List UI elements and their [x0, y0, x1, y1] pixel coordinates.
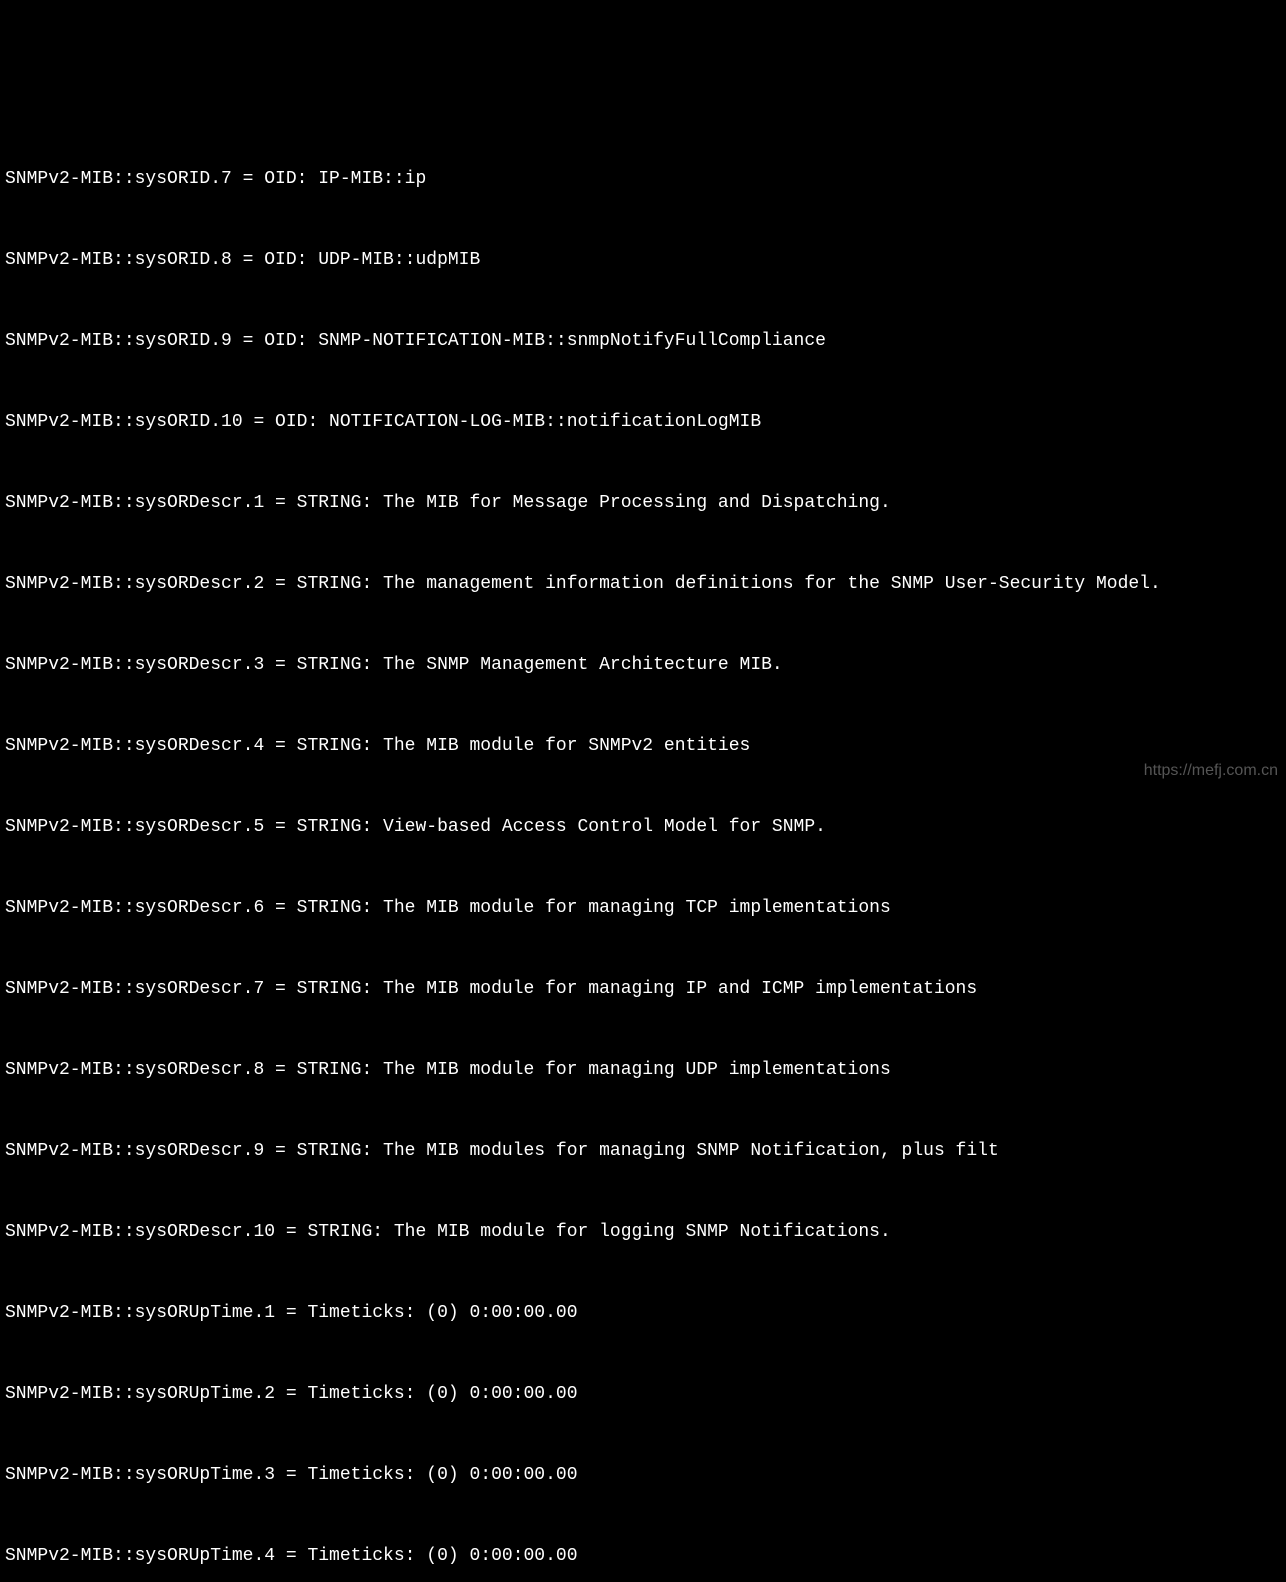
watermark-text: https://mefj.com.cn: [1144, 759, 1278, 783]
output-line: SNMPv2-MIB::sysORUpTime.2 = Timeticks: (…: [5, 1381, 1281, 1408]
output-line: SNMPv2-MIB::sysORID.9 = OID: SNMP-NOTIFI…: [5, 328, 1281, 355]
output-line: SNMPv2-MIB::sysORDescr.10 = STRING: The …: [5, 1219, 1281, 1246]
terminal-output[interactable]: SNMPv2-MIB::sysORID.7 = OID: IP-MIB::ip …: [5, 112, 1281, 1582]
output-line: SNMPv2-MIB::sysORID.7 = OID: IP-MIB::ip: [5, 166, 1281, 193]
output-line: SNMPv2-MIB::sysORDescr.2 = STRING: The m…: [5, 571, 1281, 598]
output-line: SNMPv2-MIB::sysORDescr.6 = STRING: The M…: [5, 895, 1281, 922]
output-line: SNMPv2-MIB::sysORDescr.1 = STRING: The M…: [5, 490, 1281, 517]
output-line: SNMPv2-MIB::sysORID.8 = OID: UDP-MIB::ud…: [5, 247, 1281, 274]
output-line: SNMPv2-MIB::sysORDescr.5 = STRING: View-…: [5, 814, 1281, 841]
output-line: SNMPv2-MIB::sysORUpTime.3 = Timeticks: (…: [5, 1462, 1281, 1489]
output-line: SNMPv2-MIB::sysORDescr.3 = STRING: The S…: [5, 652, 1281, 679]
output-line: SNMPv2-MIB::sysORUpTime.1 = Timeticks: (…: [5, 1300, 1281, 1327]
output-line: SNMPv2-MIB::sysORDescr.8 = STRING: The M…: [5, 1057, 1281, 1084]
output-line: SNMPv2-MIB::sysORID.10 = OID: NOTIFICATI…: [5, 409, 1281, 436]
output-line: SNMPv2-MIB::sysORDescr.4 = STRING: The M…: [5, 733, 1281, 760]
output-line: SNMPv2-MIB::sysORDescr.7 = STRING: The M…: [5, 976, 1281, 1003]
output-line: SNMPv2-MIB::sysORUpTime.4 = Timeticks: (…: [5, 1543, 1281, 1570]
output-line: SNMPv2-MIB::sysORDescr.9 = STRING: The M…: [5, 1138, 1281, 1165]
